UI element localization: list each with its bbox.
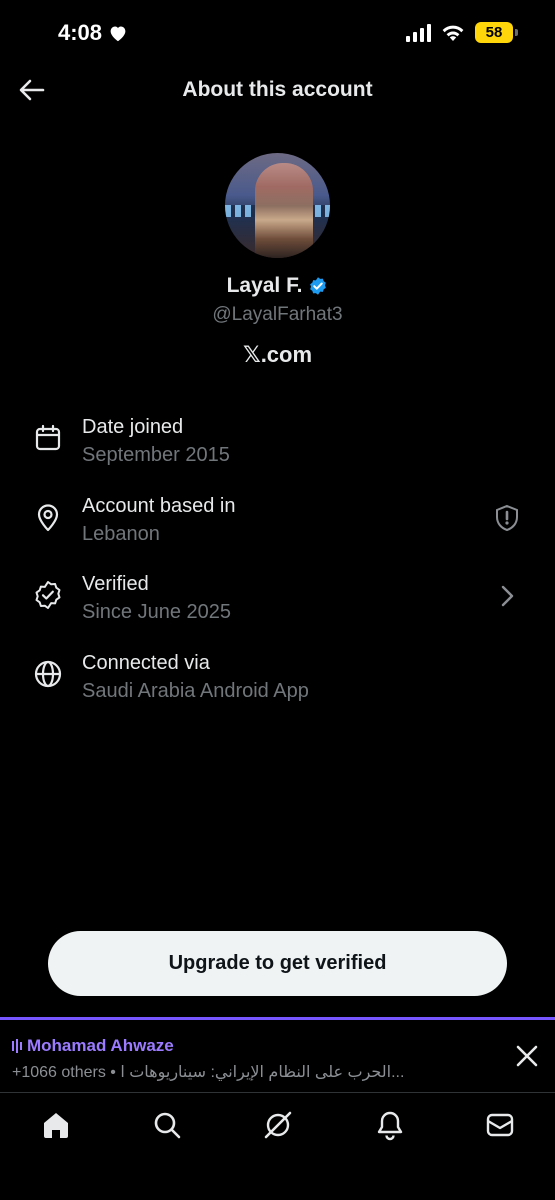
live-subtitle: +1066 others • الحرب على النظام الإيراني… (12, 1064, 405, 1081)
upgrade-verified-button[interactable]: Upgrade to get verified (48, 931, 507, 996)
grok-icon[interactable] (262, 1109, 294, 1141)
bottom-nav (0, 1092, 555, 1200)
status-indicators: 58 (406, 22, 518, 43)
info-value: September 2015 (82, 444, 230, 466)
close-icon[interactable] (513, 1042, 541, 1070)
live-host-name: Mohamad Ahwaze (27, 1036, 174, 1055)
live-host: Mohamad Ahwaze (12, 1036, 174, 1056)
calendar-icon (35, 424, 61, 451)
shield-alert-icon[interactable] (492, 503, 522, 533)
verified-check-icon (310, 277, 327, 295)
info-value: Lebanon (82, 523, 160, 545)
x-logo-text: 𝕏 (242, 343, 261, 368)
wifi-icon (442, 25, 464, 41)
chevron-right-icon (501, 585, 514, 607)
info-row-connected-via: Connected via Saudi Arabia Android App (30, 652, 530, 716)
search-icon[interactable] (151, 1109, 183, 1141)
verified-badge-icon (35, 581, 61, 609)
status-bar: 4:08 58 (0, 0, 555, 68)
info-row-verified[interactable]: Verified Since June 2025 (30, 573, 530, 637)
info-value: Since June 2025 (82, 601, 232, 623)
display-name: Layal F. (226, 274, 303, 297)
site-label: 𝕏.com (0, 342, 555, 368)
cellular-signal-icon (406, 23, 431, 42)
heart-icon (110, 26, 126, 42)
live-audio-icon (12, 1039, 22, 1053)
clock-text: 4:08 (58, 20, 103, 45)
handle: @LayalFarhat3 (212, 304, 343, 325)
name-row: Layal F. (0, 274, 555, 298)
info-label: Account based in (82, 495, 236, 517)
info-row-account-based-in: Account based in Lebanon (30, 495, 530, 559)
status-time: 4:08 (58, 20, 128, 46)
page-title: About this account (182, 78, 373, 101)
avatar[interactable] (225, 153, 330, 258)
header: About this account (0, 68, 555, 112)
site-domain: .com (260, 342, 313, 367)
info-label: Date joined (82, 416, 184, 438)
info-label: Verified (82, 573, 149, 595)
live-space-banner[interactable]: Mohamad Ahwaze +1066 others • الحرب على … (0, 1017, 555, 1091)
info-value: Saudi Arabia Android App (82, 680, 309, 702)
home-icon[interactable] (40, 1109, 72, 1141)
info-label: Connected via (82, 652, 210, 674)
notifications-icon[interactable] (374, 1109, 406, 1141)
info-row-date-joined: Date joined September 2015 (30, 416, 530, 480)
globe-icon (34, 660, 62, 688)
messages-icon[interactable] (484, 1109, 516, 1141)
location-pin-icon (37, 504, 59, 532)
battery-indicator: 58 (475, 22, 518, 43)
